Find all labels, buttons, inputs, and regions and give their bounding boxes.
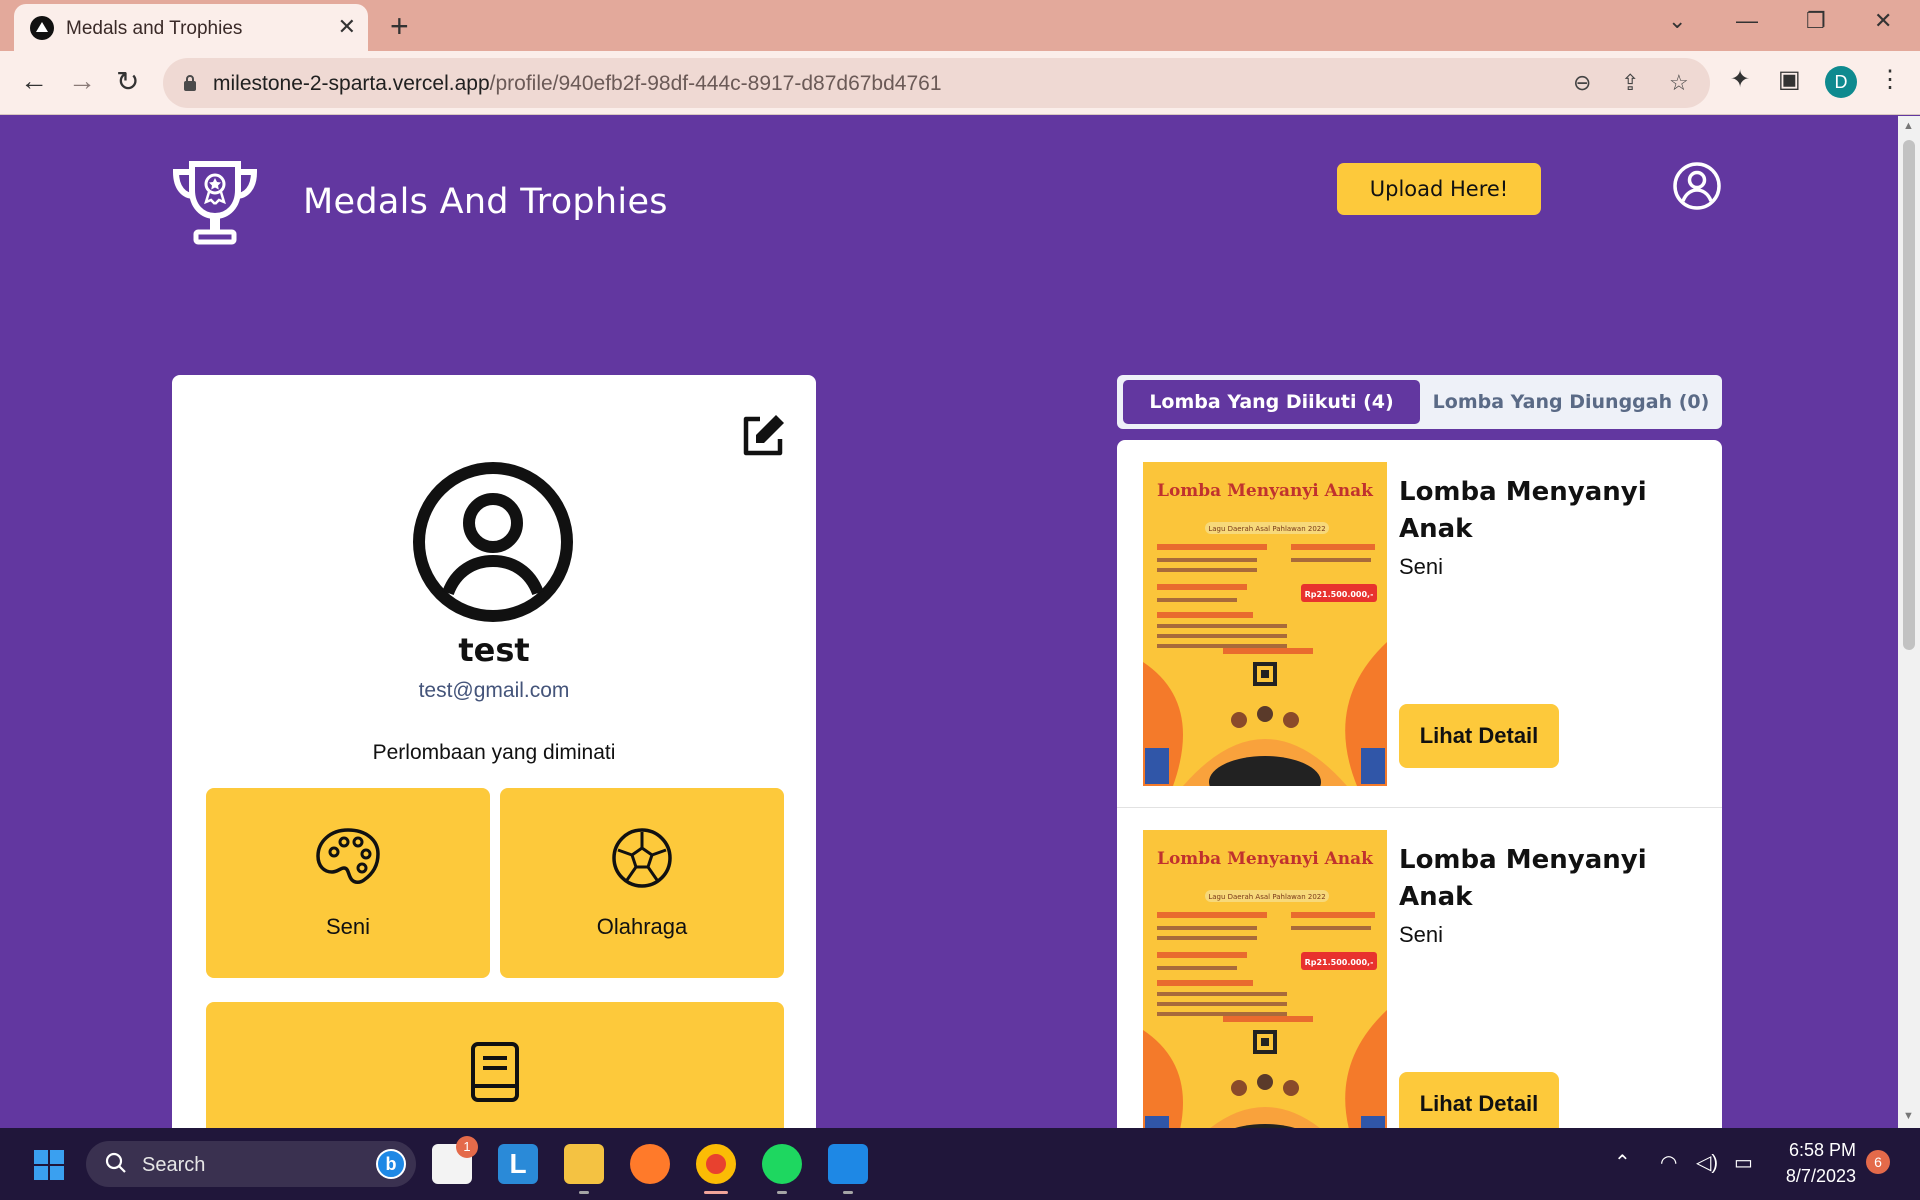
- microsoft-store-icon[interactable]: 1: [432, 1136, 478, 1184]
- browser-menu-icon[interactable]: ⋮: [1878, 65, 1902, 94]
- browser-tab-strip: Medals and Trophies ✕ + ⌄ — ❐ ✕: [0, 0, 1920, 51]
- interest-label: Seni: [325, 914, 371, 939]
- battery-icon[interactable]: ▭: [1734, 1150, 1753, 1175]
- app-active-indicator: [704, 1191, 728, 1194]
- bookmark-star-icon[interactable]: ☆: [1669, 70, 1689, 96]
- view-detail-button[interactable]: Lihat Detail: [1399, 704, 1559, 768]
- app-running-indicator: [579, 1191, 589, 1194]
- profile-username: test: [458, 631, 530, 669]
- user-account-icon[interactable]: [1672, 161, 1722, 211]
- contest-title[interactable]: Lomba Menyanyi Anak: [1399, 474, 1659, 548]
- contest-poster-image[interactable]: Lomba Menyanyi Anak Lagu Daerah Asal Pah…: [1143, 462, 1387, 786]
- edit-profile-icon[interactable]: [738, 411, 788, 461]
- tab-uploaded-contests[interactable]: Lomba Yang Diunggah (0): [1426, 380, 1716, 424]
- interest-label: Olahraga: [596, 914, 688, 939]
- url-text: milestone-2-sparta.vercel.app/profile/94…: [213, 72, 942, 96]
- forward-icon[interactable]: →: [68, 65, 96, 97]
- vscode-icon[interactable]: [828, 1144, 868, 1184]
- poster-prize: Rp21.500.000,-: [1305, 590, 1374, 599]
- chrome-icon[interactable]: [696, 1144, 736, 1184]
- page-scrollbar[interactable]: ▲ ▼: [1898, 116, 1920, 1128]
- store-badge: 1: [456, 1136, 478, 1158]
- bing-icon[interactable]: b: [376, 1149, 406, 1179]
- volume-icon[interactable]: ◁): [1696, 1150, 1718, 1175]
- clock-date[interactable]: 8/7/2023: [1770, 1166, 1856, 1187]
- soccer-ball-icon: [612, 828, 672, 888]
- interest-card-olahraga[interactable]: Olahraga: [500, 788, 784, 978]
- extensions-icon[interactable]: ✦: [1730, 65, 1750, 94]
- book-icon: [471, 1042, 519, 1102]
- clock-time[interactable]: 6:58 PM: [1770, 1140, 1856, 1161]
- close-window-icon[interactable]: ✕: [1874, 8, 1892, 34]
- notification-badge[interactable]: 6: [1866, 1150, 1890, 1174]
- trophy-logo-icon[interactable]: [170, 158, 260, 248]
- tab-followed-contests[interactable]: Lomba Yang Diikuti (4): [1123, 380, 1420, 424]
- minimize-icon[interactable]: —: [1736, 8, 1758, 34]
- zoom-out-icon[interactable]: ⊖: [1573, 70, 1591, 96]
- page: Medals And Trophies Upload Here! test te…: [0, 116, 1898, 1128]
- reload-icon[interactable]: ↻: [116, 65, 139, 98]
- poster-subtitle: Lagu Daerah Asal Pahlawan 2022: [1208, 893, 1325, 901]
- search-label: Search: [142, 1154, 206, 1176]
- app-running-indicator: [777, 1191, 787, 1194]
- poster-title: Lomba Menyanyi Anak: [1157, 849, 1374, 869]
- interest-card-book[interactable]: [206, 1002, 784, 1128]
- taskbar-search[interactable]: Search b: [86, 1141, 416, 1187]
- wifi-icon[interactable]: ◠: [1660, 1150, 1677, 1175]
- contest-item: Lomba Menyanyi Anak Lagu Daerah Asal Pah…: [1117, 440, 1722, 808]
- launcher-app-icon[interactable]: L: [498, 1144, 538, 1184]
- url-host: milestone-2-sparta.vercel.app: [213, 72, 490, 95]
- show-hidden-icons-icon[interactable]: ⌃: [1614, 1150, 1631, 1175]
- contest-category: Seni: [1399, 554, 1444, 579]
- poster-title: Lomba Menyanyi Anak: [1157, 481, 1374, 501]
- back-icon[interactable]: ←: [20, 65, 48, 97]
- contest-title[interactable]: Lomba Menyanyi Anak: [1399, 842, 1659, 916]
- new-tab-icon[interactable]: +: [390, 8, 409, 45]
- vercel-favicon-icon: [30, 16, 54, 40]
- contest-tabs: Lomba Yang Diikuti (4) Lomba Yang Diungg…: [1117, 375, 1722, 429]
- search-icon: [105, 1152, 126, 1173]
- site-title[interactable]: Medals And Trophies: [303, 182, 668, 222]
- interests-heading: Perlombaan yang diminati: [372, 741, 616, 764]
- side-panel-icon[interactable]: ▣: [1778, 65, 1801, 94]
- palette-icon: [316, 828, 380, 884]
- upload-button[interactable]: Upload Here!: [1337, 163, 1541, 215]
- scrollbar-thumb[interactable]: [1903, 140, 1915, 650]
- tab-search-icon[interactable]: ⌄: [1668, 8, 1686, 34]
- url-path: /profile/940efb2f-98df-444c-8917-d87d67b…: [489, 72, 942, 95]
- interest-card-seni[interactable]: Seni: [206, 788, 490, 978]
- contest-item: Lomba Menyanyi Anak Lagu Daerah Asal Pah…: [1117, 808, 1722, 1128]
- close-tab-icon[interactable]: ✕: [338, 14, 356, 40]
- file-explorer-icon[interactable]: [564, 1144, 604, 1184]
- lock-icon: [184, 75, 196, 91]
- poster-subtitle: Lagu Daerah Asal Pahlawan 2022: [1208, 525, 1325, 533]
- profile-avatar-icon: [413, 462, 573, 622]
- profile-card: test test@gmail.com Perlombaan yang dimi…: [172, 375, 816, 1128]
- share-icon[interactable]: ⇪: [1621, 70, 1639, 96]
- contest-poster-image[interactable]: Lomba Menyanyi Anak Lagu Daerah Asal Pah…: [1143, 830, 1387, 1128]
- browser-toolbar: ← → ↻ milestone-2-sparta.vercel.app/prof…: [0, 51, 1920, 115]
- browser-tab[interactable]: Medals and Trophies ✕: [14, 4, 368, 51]
- poster-prize: Rp21.500.000,-: [1305, 958, 1374, 967]
- restore-icon[interactable]: ❐: [1806, 8, 1826, 34]
- taskbar: Search b 1 L ⌃ ◠ ◁) ▭ 6:58 PM 8/7/2023 6: [0, 1128, 1920, 1200]
- contest-category: Seni: [1399, 922, 1444, 947]
- windows-start-icon[interactable]: [34, 1150, 64, 1180]
- tab-title: Medals and Trophies: [66, 18, 243, 39]
- browser-profile-avatar[interactable]: D: [1825, 66, 1857, 98]
- address-bar[interactable]: milestone-2-sparta.vercel.app/profile/94…: [163, 58, 1710, 108]
- profile-email: test@gmail.com: [418, 679, 570, 702]
- view-detail-button[interactable]: Lihat Detail: [1399, 1072, 1559, 1128]
- scroll-down-icon[interactable]: ▼: [1903, 1110, 1914, 1122]
- spotify-icon[interactable]: [762, 1144, 802, 1184]
- contest-list: Lomba Menyanyi Anak Lagu Daerah Asal Pah…: [1117, 440, 1722, 1128]
- firefox-icon[interactable]: [630, 1144, 670, 1184]
- scroll-up-icon[interactable]: ▲: [1903, 120, 1914, 132]
- app-running-indicator: [843, 1191, 853, 1194]
